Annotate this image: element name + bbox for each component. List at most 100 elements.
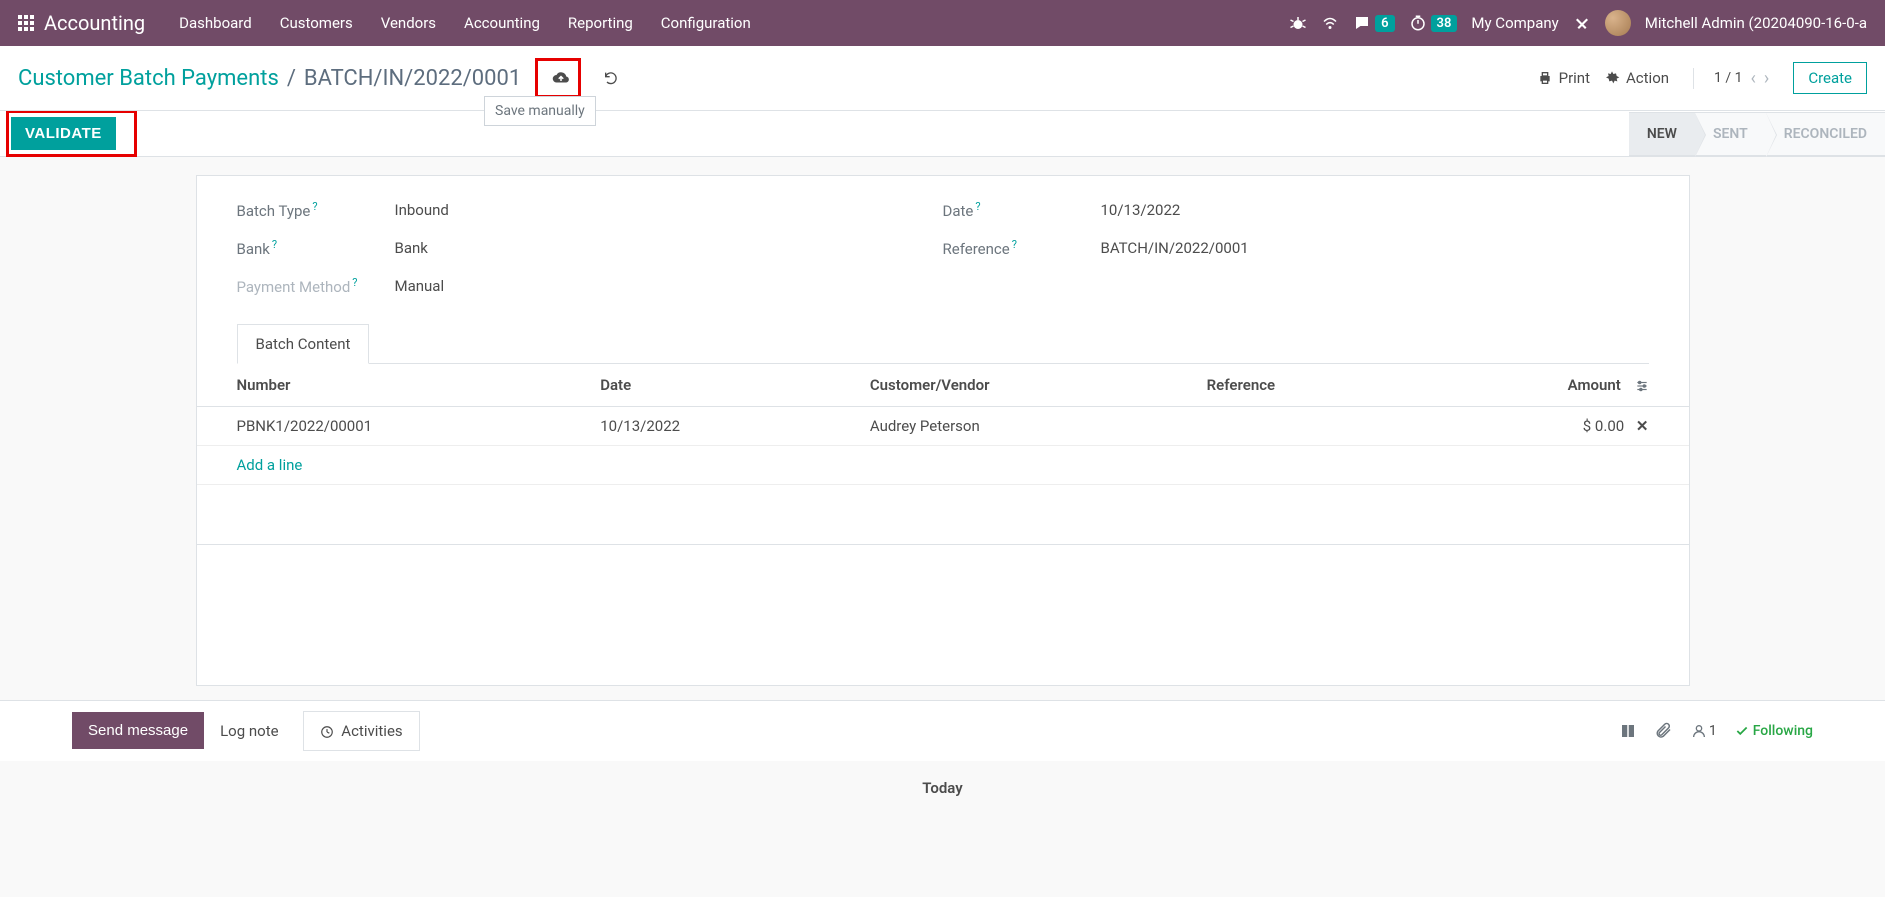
action-label: Action: [1626, 69, 1669, 87]
user-name[interactable]: Mitchell Admin (20204090-16-0-a: [1645, 14, 1867, 32]
gear-icon: [1604, 70, 1620, 86]
form-col-right: Date? 10/13/2022 Reference? BATCH/IN/202…: [943, 200, 1649, 314]
col-customer-vendor[interactable]: Customer/Vendor: [830, 364, 1167, 407]
help-icon[interactable]: ?: [975, 200, 980, 213]
chatter: Send message Log note Activities 1 Follo…: [0, 700, 1885, 761]
print-icon: [1537, 70, 1553, 86]
table-row[interactable]: PBNK1/2022/00001 10/13/2022 Audrey Peter…: [197, 407, 1689, 446]
reference-value[interactable]: BATCH/IN/2022/0001: [1101, 239, 1249, 257]
pager: 1 / 1 ‹ ›: [1693, 68, 1769, 89]
save-tooltip: Save manually: [484, 96, 596, 126]
chatter-right: 1 Following: [1619, 722, 1813, 740]
discard-button[interactable]: [595, 62, 627, 94]
pager-count: 1 / 1: [1714, 70, 1742, 86]
log-note-button[interactable]: Log note: [204, 712, 294, 750]
step-new[interactable]: NEW: [1629, 112, 1695, 156]
pager-prev[interactable]: ‹: [1751, 68, 1756, 89]
menu-accounting[interactable]: Accounting: [450, 0, 554, 46]
col-reference[interactable]: Reference: [1167, 364, 1417, 407]
pager-next[interactable]: ›: [1764, 68, 1769, 89]
main-menu: Dashboard Customers Vendors Accounting R…: [165, 0, 765, 46]
breadcrumb: Customer Batch Payments / BATCH/IN/2022/…: [18, 58, 627, 98]
bank-value[interactable]: Bank: [395, 239, 428, 257]
form-grid: Batch Type? Inbound Bank? Bank Payment M…: [197, 200, 1689, 314]
top-nav: Accounting Dashboard Customers Vendors A…: [0, 0, 1885, 46]
tab-batch-content[interactable]: Batch Content: [237, 324, 370, 364]
add-line-row: Add a line: [197, 446, 1689, 485]
menu-reporting[interactable]: Reporting: [554, 0, 647, 46]
breadcrumb-current: BATCH/IN/2022/0001: [304, 66, 521, 91]
batch-type-value[interactable]: Inbound: [395, 201, 449, 219]
chatter-today: Today: [0, 779, 1885, 797]
step-reconciled[interactable]: RECONCILED: [1766, 112, 1885, 156]
help-icon[interactable]: ?: [272, 238, 277, 251]
columns-settings-icon[interactable]: [1635, 376, 1649, 394]
sheet-wrap: Batch Type? Inbound Bank? Bank Payment M…: [0, 157, 1885, 686]
reference-label: Reference?: [943, 238, 1101, 258]
col-amount[interactable]: Amount: [1417, 364, 1688, 407]
add-line-button[interactable]: Add a line: [237, 456, 303, 474]
app-title[interactable]: Accounting: [44, 11, 145, 35]
cell-amount[interactable]: $ 0.00 ✕: [1417, 407, 1688, 446]
date-label: Date?: [943, 200, 1101, 220]
cloud-upload-icon: [552, 69, 570, 87]
help-icon[interactable]: ?: [312, 200, 317, 213]
send-message-button[interactable]: Send message: [72, 712, 204, 749]
create-button[interactable]: Create: [1793, 62, 1867, 94]
col-date[interactable]: Date: [560, 364, 830, 407]
avatar[interactable]: [1605, 10, 1631, 36]
save-button[interactable]: [545, 62, 577, 94]
action-bar: VALIDATE NEW SENT RECONCILED: [0, 111, 1885, 157]
attachment-icon[interactable]: [1655, 722, 1673, 740]
menu-customers[interactable]: Customers: [266, 0, 367, 46]
bug-icon[interactable]: [1289, 14, 1307, 32]
undo-icon: [603, 70, 619, 86]
cell-reference[interactable]: [1167, 407, 1417, 446]
wifi-icon[interactable]: [1321, 14, 1339, 32]
company-selector[interactable]: My Company: [1471, 14, 1558, 32]
row-delete-icon[interactable]: ✕: [1636, 417, 1649, 435]
menu-configuration[interactable]: Configuration: [647, 0, 765, 46]
help-icon[interactable]: ?: [352, 276, 357, 289]
user-icon: [1691, 723, 1707, 739]
following-button[interactable]: Following: [1735, 723, 1813, 739]
payment-method-value[interactable]: Manual: [395, 277, 445, 295]
save-highlight: [535, 58, 581, 98]
validate-button[interactable]: VALIDATE: [11, 117, 116, 150]
cell-number[interactable]: PBNK1/2022/00001: [197, 407, 561, 446]
activities-button[interactable]: Activities: [303, 711, 420, 751]
messages-badge[interactable]: 6: [1353, 14, 1394, 32]
payment-method-label: Payment Method?: [237, 276, 395, 296]
validate-highlight: VALIDATE: [6, 110, 137, 157]
help-icon[interactable]: ?: [1012, 238, 1017, 251]
breadcrumb-actions: Print Action 1 / 1 ‹ › Create: [1537, 62, 1867, 94]
clock-icon: [320, 725, 334, 739]
timer-count: 38: [1431, 15, 1458, 32]
status-bar: NEW SENT RECONCILED: [1629, 112, 1885, 156]
form-col-left: Batch Type? Inbound Bank? Bank Payment M…: [237, 200, 943, 314]
clock-icon: [1409, 14, 1427, 32]
breadcrumb-sep: /: [287, 66, 296, 91]
action-button[interactable]: Action: [1604, 69, 1669, 87]
breadcrumb-parent[interactable]: Customer Batch Payments: [18, 66, 279, 91]
menu-vendors[interactable]: Vendors: [367, 0, 450, 46]
nav-right: 6 38 My Company Mitchell Admin (20204090…: [1289, 10, 1877, 36]
form-sheet: Batch Type? Inbound Bank? Bank Payment M…: [196, 175, 1690, 686]
tabs: Batch Content: [237, 324, 1649, 364]
print-button[interactable]: Print: [1537, 69, 1590, 87]
apps-icon[interactable]: [18, 15, 34, 31]
menu-dashboard[interactable]: Dashboard: [165, 0, 266, 46]
message-count: 6: [1375, 15, 1394, 32]
book-icon[interactable]: [1619, 722, 1637, 740]
followers-count[interactable]: 1: [1691, 723, 1717, 739]
tools-icon[interactable]: [1573, 14, 1591, 32]
check-icon: [1735, 724, 1749, 738]
cell-date[interactable]: 10/13/2022: [560, 407, 830, 446]
batch-type-label: Batch Type?: [237, 200, 395, 220]
col-number[interactable]: Number: [197, 364, 561, 407]
batch-content-table: Number Date Customer/Vendor Reference Am…: [197, 364, 1689, 605]
date-value[interactable]: 10/13/2022: [1101, 201, 1181, 219]
bank-label: Bank?: [237, 238, 395, 258]
cell-customer-vendor[interactable]: Audrey Peterson: [830, 407, 1167, 446]
timer-badge[interactable]: 38: [1409, 14, 1458, 32]
